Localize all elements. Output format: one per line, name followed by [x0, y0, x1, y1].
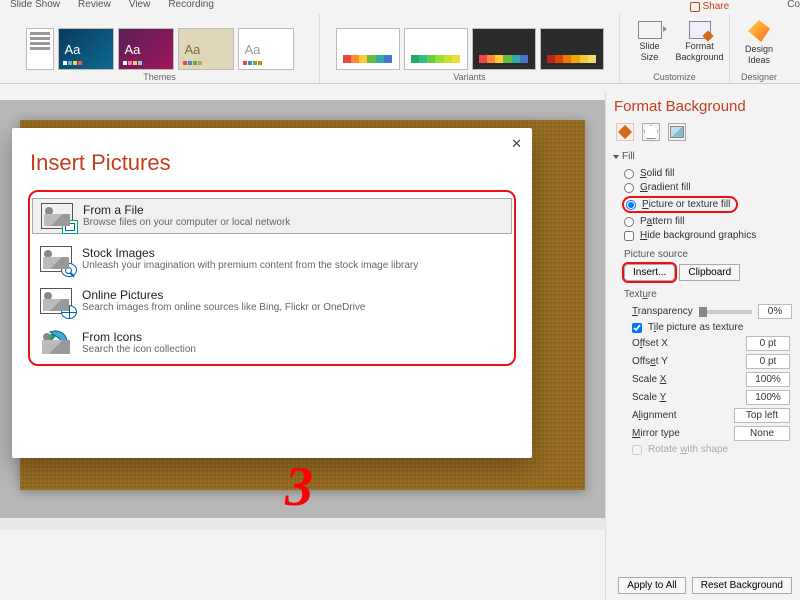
theme-4[interactable]: Aa — [238, 28, 294, 70]
transparency-value[interactable]: 0% — [758, 304, 792, 319]
dialog-title: Insert Pictures — [30, 150, 516, 176]
theme-2[interactable]: Aa — [118, 28, 174, 70]
option-sub: Search the icon collection — [82, 344, 196, 355]
option-sub: Browse files on your computer or local n… — [83, 217, 290, 228]
tab-slideshow[interactable]: Slide Show — [10, 0, 60, 14]
tab-view[interactable]: View — [129, 0, 151, 14]
option-sub: Unleash your imagination with premium co… — [82, 260, 418, 271]
pane-title: Format Background — [614, 98, 792, 115]
insert-pictures-dialog: ✕ Insert Pictures From a FileBrowse file… — [12, 128, 532, 458]
offset-x-label: Offset X — [632, 338, 668, 349]
themes-group: Aa Aa Aa Aa Themes — [0, 14, 320, 83]
mirror-value[interactable]: None — [734, 426, 790, 441]
option-title: Stock Images — [82, 246, 418, 260]
fill-section-head[interactable]: Fill — [614, 151, 792, 162]
leaf-bird-icon — [40, 330, 72, 356]
format-background-icon — [689, 21, 711, 39]
horizontal-scrollbar[interactable] — [0, 518, 605, 530]
variant-4[interactable] — [540, 28, 604, 70]
fill-tab-icon[interactable] — [616, 123, 634, 141]
theme-3[interactable]: Aa — [178, 28, 234, 70]
option-from-file[interactable]: From a FileBrowse files on your computer… — [32, 198, 512, 234]
variants-group: Variants — [320, 14, 620, 83]
picture-icon — [41, 203, 73, 229]
customize-label: Customize — [653, 72, 696, 82]
picture-icon — [40, 288, 72, 314]
tile-checkbox[interactable]: Tile picture as texture — [632, 322, 792, 333]
scale-x-value[interactable]: 100% — [746, 372, 790, 387]
designer-label: Designer — [741, 72, 777, 82]
variants-label: Variants — [453, 72, 485, 82]
comments-button[interactable]: Co — [787, 0, 800, 14]
scale-y-value[interactable]: 100% — [746, 390, 790, 405]
texture-label: Texture — [624, 289, 792, 300]
option-title: Online Pictures — [82, 288, 365, 302]
picture-icon — [40, 246, 72, 272]
option-stock-images[interactable]: Stock ImagesUnleash your imagination wit… — [32, 242, 512, 276]
option-title: From a File — [83, 203, 290, 217]
format-background-pane: Format Background Fill Solid fill Gradie… — [605, 92, 800, 600]
option-from-icons[interactable]: From IconsSearch the icon collection — [32, 326, 512, 360]
search-badge-icon — [61, 263, 77, 277]
design-ideas-button[interactable]: Design Ideas — [734, 16, 784, 70]
offset-y-value[interactable]: 0 pt — [746, 354, 790, 369]
design-ideas-icon — [748, 20, 770, 42]
theme-handle-icon[interactable] — [26, 28, 54, 70]
picture-tab-icon[interactable] — [668, 123, 686, 141]
offset-x-value[interactable]: 0 pt — [746, 336, 790, 351]
gradient-fill-radio[interactable]: Gradient fill — [624, 182, 792, 193]
solid-fill-radio[interactable]: Solid fill — [624, 168, 792, 179]
scale-y-label: Scale Y — [632, 392, 666, 403]
customize-group: Slide Size Format Background Customize — [620, 14, 730, 83]
effects-tab-icon[interactable] — [642, 123, 660, 141]
variant-1[interactable] — [336, 28, 400, 70]
file-badge-icon — [62, 220, 78, 234]
theme-1[interactable]: Aa — [58, 28, 114, 70]
mirror-label: Mirror type — [632, 428, 680, 439]
option-online-pictures[interactable]: Online PicturesSearch images from online… — [32, 284, 512, 318]
picture-source-label: Picture source — [624, 249, 792, 260]
offset-y-label: Offset Y — [632, 356, 668, 367]
close-icon[interactable]: ✕ — [511, 136, 522, 152]
themes-label: Themes — [143, 72, 176, 82]
slide-size-button[interactable]: Slide Size — [625, 14, 675, 70]
transparency-slider[interactable] — [699, 310, 752, 314]
transparency-label: Transparency — [632, 306, 693, 317]
option-sub: Search images from online sources like B… — [82, 302, 365, 313]
insert-button[interactable]: Insert... — [624, 264, 675, 281]
rotate-with-shape-checkbox: Rotate with shape — [632, 444, 792, 455]
reset-background-button[interactable]: Reset Background — [692, 577, 792, 594]
variant-2[interactable] — [404, 28, 468, 70]
ribbon-tabs: Slide Show Review View Recording Share C… — [0, 0, 800, 14]
slide-size-icon — [638, 21, 662, 39]
hide-bg-graphics-checkbox[interactable]: Hide background graphics — [624, 230, 792, 241]
tab-review[interactable]: Review — [78, 0, 111, 14]
clipboard-button[interactable]: Clipboard — [679, 264, 740, 281]
option-title: From Icons — [82, 330, 196, 344]
picture-texture-fill-radio[interactable]: Picture or texture fill — [626, 199, 730, 210]
alignment-label: Alignment — [632, 410, 676, 421]
annotation-box-3: From a FileBrowse files on your computer… — [28, 190, 516, 366]
designer-group: Design Ideas Designer — [730, 14, 788, 83]
globe-badge-icon — [61, 305, 77, 319]
variant-3[interactable] — [472, 28, 536, 70]
tab-recording[interactable]: Recording — [168, 0, 214, 14]
pattern-fill-radio[interactable]: Pattern fill — [624, 216, 792, 227]
apply-to-all-button[interactable]: Apply to All — [618, 577, 685, 594]
share-button[interactable]: Share — [690, 0, 730, 14]
format-background-button[interactable]: Format Background — [675, 14, 725, 70]
annotation-circle-1: Picture or texture fill — [622, 196, 738, 213]
alignment-value[interactable]: Top left — [734, 408, 790, 423]
ribbon: Aa Aa Aa Aa Themes Variants Slide Size F… — [0, 14, 800, 84]
scale-x-label: Scale X — [632, 374, 666, 385]
